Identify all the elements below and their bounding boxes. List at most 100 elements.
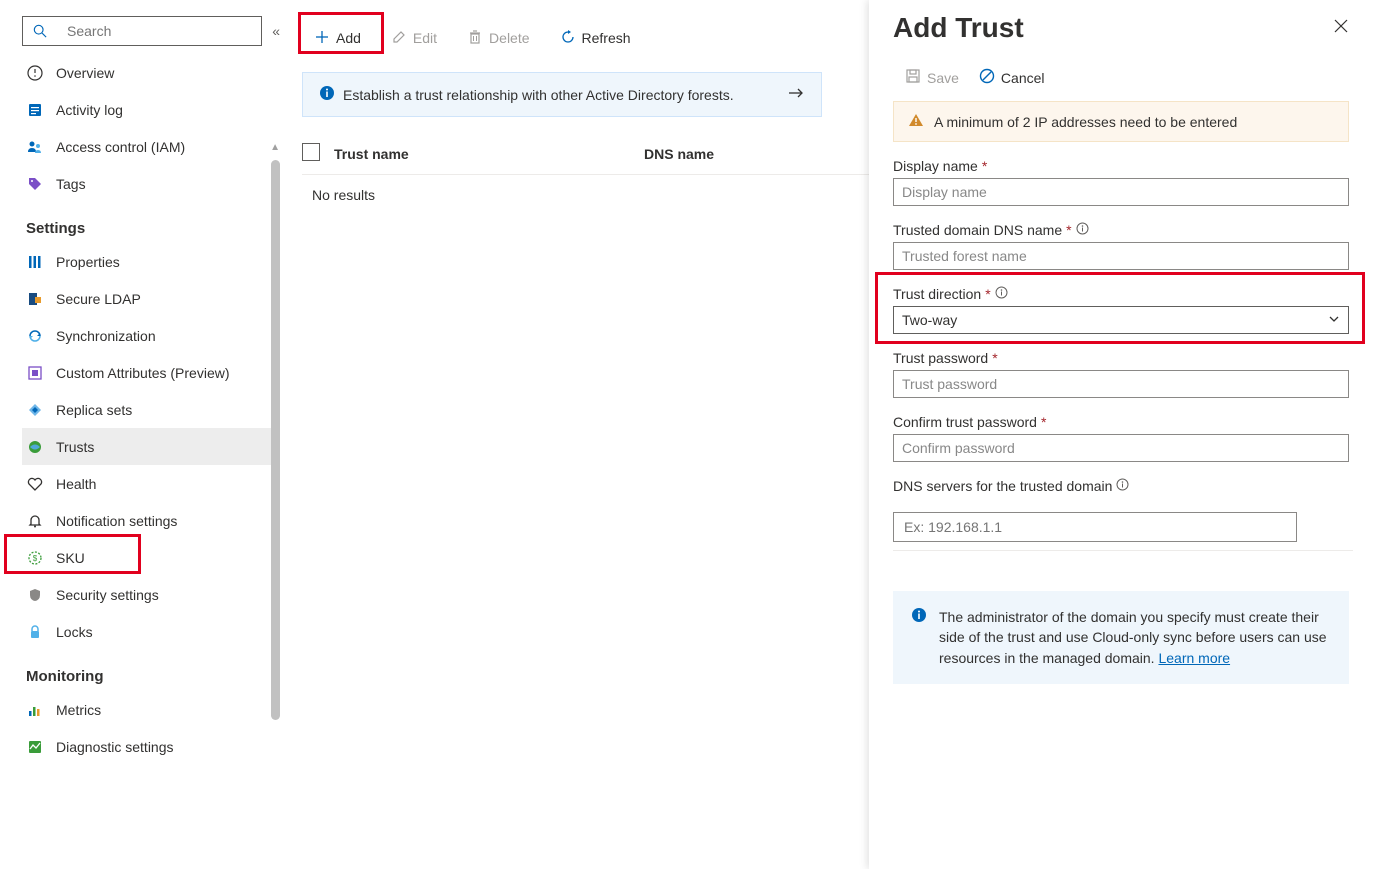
nav-label: Custom Attributes (Preview) <box>56 365 230 381</box>
sidebar-item-trusts[interactable]: Trusts <box>22 428 280 465</box>
nav-label: Diagnostic settings <box>56 739 174 755</box>
trust-password-label: Trust password* <box>893 350 1349 366</box>
nav-label: Notification settings <box>56 513 177 529</box>
cancel-button[interactable]: Cancel <box>979 68 1045 87</box>
properties-icon <box>26 253 44 271</box>
replica-sets-icon <box>26 401 44 419</box>
delete-label: Delete <box>489 30 529 46</box>
add-trust-panel: Add Trust Save Cancel A minimum of 2 IP … <box>869 0 1379 869</box>
nav-label: Locks <box>56 624 93 640</box>
synchronization-icon <box>26 327 44 345</box>
add-label: Add <box>336 30 361 46</box>
nav-label: Trusts <box>56 439 94 455</box>
arrow-right-icon <box>787 86 805 103</box>
info-banner[interactable]: Establish a trust relationship with othe… <box>302 72 822 117</box>
edit-label: Edit <box>413 30 437 46</box>
sidebar-item-secure-ldap[interactable]: Secure LDAP <box>22 280 280 317</box>
confirm-password-label: Confirm trust password* <box>893 414 1349 430</box>
save-icon <box>905 68 921 87</box>
dns-server-input[interactable] <box>893 512 1297 542</box>
sidebar-item-notification-settings[interactable]: Notification settings <box>22 502 280 539</box>
nav-label: Synchronization <box>56 328 156 344</box>
refresh-button[interactable]: Refresh <box>548 20 643 56</box>
confirm-password-input[interactable] <box>893 434 1349 462</box>
nav-label: Health <box>56 476 96 492</box>
display-name-label: Display name* <box>893 158 1349 174</box>
nav-label: Tags <box>56 176 86 192</box>
secure-ldap-icon <box>26 290 44 308</box>
svg-text:$: $ <box>33 554 38 563</box>
sidebar-item-diagnostic-settings[interactable]: Diagnostic settings <box>22 728 280 765</box>
locks-icon <box>26 623 44 641</box>
info-icon[interactable] <box>1116 478 1129 494</box>
refresh-icon <box>560 29 576 48</box>
sidebar-item-overview[interactable]: Overview <box>22 54 280 91</box>
info-icon <box>911 607 927 668</box>
dns-servers-label: DNS servers for the trusted domain <box>893 478 1349 494</box>
metrics-icon <box>26 701 44 719</box>
dns-name-input[interactable] <box>893 242 1349 270</box>
sidebar-item-health[interactable]: Health <box>22 465 280 502</box>
pencil-icon <box>391 29 407 48</box>
select-value: Two-way <box>902 312 957 328</box>
nav-label: Overview <box>56 65 114 81</box>
select-all-checkbox[interactable] <box>302 143 320 161</box>
scroll-up-arrow-icon: ▲ <box>270 142 280 153</box>
col-dns-name[interactable]: DNS name <box>644 146 714 162</box>
sidebar-item-synchronization[interactable]: Synchronization <box>22 317 280 354</box>
warning-icon <box>908 112 924 131</box>
banner-text: Establish a trust relationship with othe… <box>343 87 787 103</box>
sidebar-search[interactable] <box>22 16 262 46</box>
info-icon[interactable] <box>1076 222 1089 238</box>
trust-password-input[interactable] <box>893 370 1349 398</box>
close-icon[interactable] <box>1333 18 1349 37</box>
collapse-sidebar-icon[interactable]: « <box>272 23 280 39</box>
trust-direction-select[interactable]: Two-way <box>893 306 1349 334</box>
sidebar-item-custom-attributes[interactable]: Custom Attributes (Preview) <box>22 354 280 391</box>
display-name-input[interactable] <box>893 178 1349 206</box>
health-icon <box>26 475 44 493</box>
nav-label: Metrics <box>56 702 101 718</box>
section-monitoring-header: Monitoring <box>22 650 280 691</box>
sidebar-item-locks[interactable]: Locks <box>22 613 280 650</box>
sidebar: « Overview Activity log Access control (… <box>0 0 280 869</box>
activity-log-icon <box>26 101 44 119</box>
nav-label: Replica sets <box>56 402 132 418</box>
scrollbar-thumb[interactable] <box>271 160 280 720</box>
edit-button: Edit <box>379 20 449 56</box>
sidebar-item-metrics[interactable]: Metrics <box>22 691 280 728</box>
col-trust-name[interactable]: Trust name <box>334 146 644 162</box>
sidebar-item-activity-log[interactable]: Activity log <box>22 91 280 128</box>
chevron-down-icon <box>1328 312 1340 328</box>
refresh-label: Refresh <box>582 30 631 46</box>
nav-label: Activity log <box>56 102 123 118</box>
save-button: Save <box>905 68 959 87</box>
trust-direction-label: Trust direction* <box>893 286 1349 302</box>
learn-more-link[interactable]: Learn more <box>1158 650 1230 666</box>
warning-bar: A minimum of 2 IP addresses need to be e… <box>893 101 1349 142</box>
sidebar-item-properties[interactable]: Properties <box>22 243 280 280</box>
info-icon <box>319 85 335 104</box>
dns-name-label: Trusted domain DNS name* <box>893 222 1349 238</box>
sku-icon: $ <box>26 549 44 567</box>
sidebar-item-replica-sets[interactable]: Replica sets <box>22 391 280 428</box>
panel-title: Add Trust <box>893 12 1024 44</box>
search-input[interactable] <box>67 23 253 39</box>
access-control-icon <box>26 138 44 156</box>
section-settings-header: Settings <box>22 202 280 243</box>
nav-label: Security settings <box>56 587 159 603</box>
tags-icon <box>26 175 44 193</box>
trash-icon <box>467 29 483 48</box>
cancel-icon <box>979 68 995 87</box>
info-icon[interactable] <box>995 286 1008 302</box>
sidebar-item-sku[interactable]: $ SKU <box>22 539 280 576</box>
sidebar-item-access-control[interactable]: Access control (IAM) <box>22 128 280 165</box>
add-button[interactable]: Add <box>302 20 373 56</box>
diagnostic-icon <box>26 738 44 756</box>
sidebar-item-tags[interactable]: Tags <box>22 165 280 202</box>
info-box: The administrator of the domain you spec… <box>893 591 1349 684</box>
notification-icon <box>26 512 44 530</box>
sidebar-item-security-settings[interactable]: Security settings <box>22 576 280 613</box>
cancel-label: Cancel <box>1001 70 1045 86</box>
plus-icon <box>314 29 330 48</box>
